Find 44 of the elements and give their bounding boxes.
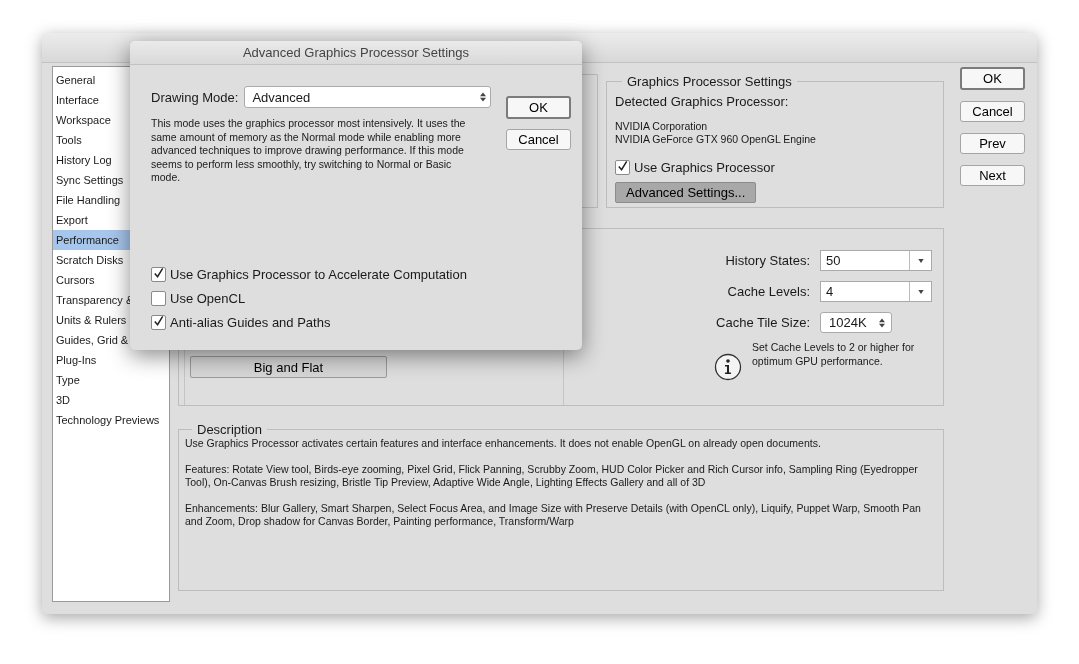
checkbox[interactable] [151, 266, 166, 282]
checkbox-label: Use Graphics Processor to Accelerate Computation [170, 266, 467, 282]
stepper-arrows-icon [480, 92, 486, 102]
description-text: Use Graphics Processor activates certain features and interface enhancements. It does not enable OpenGL on already open documents. [185, 437, 822, 450]
dialog-button[interactable]: Cancel [960, 101, 1025, 122]
panel-title: Graphics Processor Settings [626, 74, 793, 89]
checkbox[interactable] [151, 290, 166, 306]
gpu-vendor: NVIDIA Corporation [615, 120, 709, 133]
drawing-mode-select[interactable]: Advanced [244, 86, 491, 108]
dropdown-arrow-icon [917, 258, 924, 263]
info-icon [714, 353, 742, 381]
sidebar-item[interactable]: Plug-Ins [53, 350, 169, 370]
sidebar-item[interactable]: Type [53, 370, 169, 390]
field-label: Cache Levels: [726, 284, 810, 299]
detected-label: Detected Graphics Processor: [615, 94, 790, 109]
field-label: Cache Tile Size: [715, 315, 810, 330]
dropdown-arrow-icon [917, 289, 924, 294]
dialog-button[interactable]: Prev [960, 133, 1025, 154]
mode-description: This mode uses the graphics processor most intensively. It uses the same amount of memory as the Normal mode while enabling more advanced techniques to improve drawing performance. If this mode seems to perform less smoothly, try switching to Normal or Basic mode. [151, 117, 467, 185]
checkbox[interactable] [615, 160, 630, 175]
combo-field[interactable]: 50 [820, 250, 932, 271]
combo-field[interactable]: 4 [820, 281, 932, 302]
sidebar-item[interactable]: Technology Previews [53, 410, 169, 430]
stepper-arrows-icon [879, 317, 885, 328]
checkbox-label: Anti-alias Guides and Paths [170, 314, 331, 330]
field-label: Drawing Mode: [151, 89, 239, 105]
dialog-button[interactable]: OK [960, 67, 1025, 90]
gpu-renderer: NVIDIA GeForce GTX 960 OpenGL Engine [615, 133, 817, 146]
panel-title: Description [196, 422, 264, 437]
dialog-button[interactable]: OK [506, 96, 571, 119]
dialog-title: Advanced Graphics Processor Settings [130, 41, 582, 65]
checkbox-label: Use OpenCL [170, 290, 246, 306]
checkbox-label: Use Graphics Processor [634, 160, 775, 175]
info-text: Set Cache Levels to 2 or higher for optimum GPU performance. [752, 340, 916, 369]
dialog-button[interactable]: Cancel [506, 129, 571, 150]
tile-size-select[interactable]: 1024K [820, 312, 892, 333]
dialog-button[interactable]: Next [960, 165, 1025, 186]
advanced-settings-button[interactable]: Advanced Settings... [615, 182, 757, 203]
field-label: History States: [724, 253, 810, 268]
description-text: Enhancements: Blur Gallery, Smart Sharpen, Select Focus Area, and Image Size with Preserve Details (with OpenCL only), Liquify, Puppet Warp, Smooth Pan and Zoom, Drop shadow for Canvas Border, Painting performance, Transform/Warp [185, 502, 922, 528]
sidebar-item[interactable]: 3D [53, 390, 169, 410]
checkbox[interactable] [151, 314, 166, 330]
description-text: Features: Rotate View tool, Birds-eye zooming, Pixel Grid, Flick Panning, Scrubby Zoom, HUD Color Picker and Rich Cursor info, Sampling Ring (Eyedropper Tool), On-Canvas Brush resizing, Bristle Tip Preview, Adaptive Wide Angle, Lighting Effects Gallery and all of 3D [185, 463, 919, 489]
preset-button[interactable]: Big and Flat [190, 356, 387, 378]
